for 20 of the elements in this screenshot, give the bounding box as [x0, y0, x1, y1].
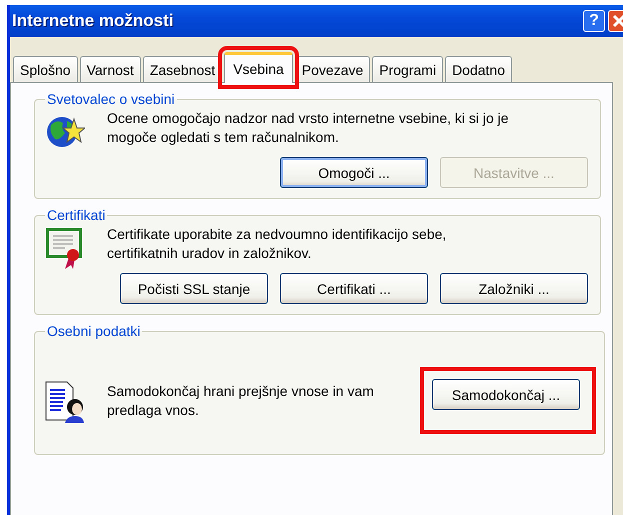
description-text: Samodokončaj hrani prejšnje vnose in vam predlaga vnos.: [107, 382, 375, 420]
person-document-icon: [45, 380, 85, 424]
description-text: Ocene omogočajo nadzor nad vrsto internetne vsebine, ki si jo je mogoče ogledati s tem računalnikom.: [107, 109, 510, 147]
certificate-icon: [45, 227, 85, 271]
tab[interactable]: Programi: [372, 56, 444, 82]
group-title: Osebni podatki: [46, 323, 142, 339]
group-title: Certifikati: [46, 207, 106, 223]
group-title: Svetovalec o vsebini: [46, 91, 176, 107]
push-button[interactable]: Založniki ...: [440, 273, 588, 304]
description-text: Certifikate uporabite za nedvoumno identifikacijo sebe, certifikatnih uradov in založnikov.: [107, 225, 448, 263]
push-button[interactable]: Samodokončaj ...: [432, 379, 580, 410]
tab[interactable]: Splošno: [13, 56, 78, 82]
tab[interactable]: Dodatno: [445, 56, 512, 82]
window-title: Internetne možnosti: [12, 11, 174, 31]
help-button[interactable]: ?: [583, 10, 605, 32]
tab[interactable]: Varnost: [80, 56, 141, 82]
close-icon: [612, 14, 623, 28]
push-button[interactable]: Omogoči ...: [280, 157, 428, 188]
push-button[interactable]: Certifikati ...: [280, 273, 428, 304]
push-button[interactable]: Počisti SSL stanje: [120, 273, 268, 304]
